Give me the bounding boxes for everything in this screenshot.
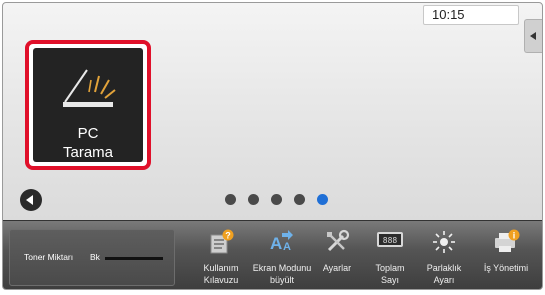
toner-label: Toner Miktarı <box>24 252 74 262</box>
svg-text:i: i <box>513 231 516 241</box>
pc-scan-app-button[interactable]: PC Tarama <box>25 40 151 170</box>
magnify-text-icon: A A <box>270 230 293 253</box>
job-status-icon: i <box>495 229 520 252</box>
job-status-button[interactable]: i İş Yönetimi <box>473 221 539 289</box>
dock-label-line1: Ekran Modunu <box>252 263 312 273</box>
settings-button[interactable]: Ayarlar <box>314 221 360 289</box>
dock-label-line1: Kullanım <box>203 263 239 273</box>
previous-page-button[interactable] <box>20 189 42 211</box>
zoom-screen-button[interactable]: A A Ekran Modunu büyült <box>245 221 319 289</box>
settings-tools-icon <box>327 229 350 252</box>
app-label-line1: PC <box>77 125 99 142</box>
dock-label-line1: İş Yönetimi <box>483 263 529 273</box>
page-dot-active[interactable] <box>317 194 328 205</box>
chevron-left-icon <box>26 195 33 205</box>
app-tile-body: PC Tarama <box>33 48 143 162</box>
dock-label-line2: büyült <box>269 275 295 285</box>
scanner-icon <box>63 69 116 107</box>
toner-level-panel: Toner Miktarı Bk <box>9 229 175 286</box>
page-dot[interactable] <box>294 194 305 205</box>
bottom-dock: Toner Miktarı Bk ? Kullanım Kılavuzu A A <box>3 220 542 289</box>
dock-label-line2: Kılavuzu <box>203 275 239 285</box>
toner-color-label: Bk <box>90 252 100 262</box>
dock-label-line2: Sayı <box>380 275 399 285</box>
counter-icon: 888 <box>377 232 403 247</box>
home-screen: 10:15 PC Tarama Toner Miktarı Bk ? Kulla… <box>2 2 543 290</box>
page-dot[interactable] <box>271 194 282 205</box>
svg-text:?: ? <box>225 231 231 241</box>
toner-level-bar <box>105 257 163 260</box>
page-dot[interactable] <box>248 194 259 205</box>
brightness-button[interactable]: Parlaklık Ayarı <box>421 221 467 289</box>
dock-label-line1: Ayarlar <box>322 263 352 273</box>
brightness-icon <box>433 231 455 253</box>
total-count-button[interactable]: 888 Toplam Sayı <box>367 221 413 289</box>
side-panel-tab[interactable] <box>524 19 542 53</box>
arrow-left-icon <box>530 32 536 40</box>
user-manual-button[interactable]: ? Kullanım Kılavuzu <box>196 221 246 289</box>
dock-label-line1: Toplam <box>375 263 405 273</box>
manual-icon: ? <box>210 229 234 254</box>
svg-text:A: A <box>270 234 282 253</box>
svg-text:888: 888 <box>383 236 398 245</box>
page-indicator <box>225 194 328 206</box>
svg-text:A: A <box>283 241 291 253</box>
page-dot[interactable] <box>225 194 236 205</box>
status-bar: 10:15 <box>3 3 542 27</box>
dock-label-line2: Ayarı <box>433 275 455 285</box>
clock-display: 10:15 <box>423 5 519 25</box>
dock-label-line1: Parlaklık <box>426 263 462 273</box>
app-label-line2: Tarama <box>62 144 114 161</box>
